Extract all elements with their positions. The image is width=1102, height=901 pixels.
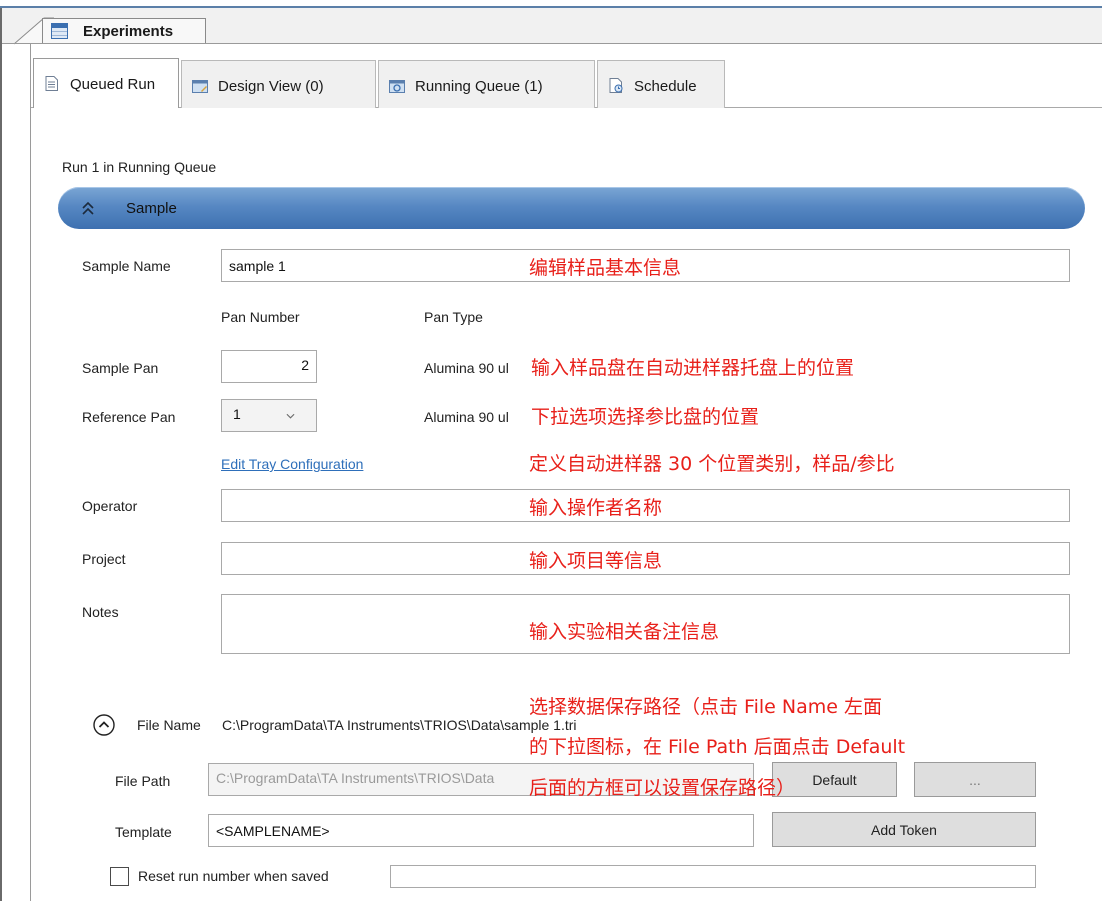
sample-section-title: Sample	[126, 200, 177, 217]
sample-section-header[interactable]: Sample	[58, 187, 1085, 229]
pan-type-header: Pan Type	[424, 309, 483, 325]
reference-pan-value: 1	[233, 406, 241, 422]
tab-label: Design View (0)	[218, 78, 324, 95]
design-view-icon	[192, 80, 208, 93]
sample-pan-number-input[interactable]: 2	[221, 350, 317, 383]
sample-pan-label: Sample Pan	[82, 360, 159, 376]
annotation-sample-pan: 输入样品盘在自动进样器托盘上的位置	[529, 353, 855, 380]
project-label: Project	[82, 551, 126, 567]
reset-run-number-field[interactable]	[390, 865, 1036, 888]
run-info-text: Run 1 in Running Queue	[62, 159, 217, 175]
edit-tray-configuration-link[interactable]: Edit Tray Configuration	[221, 456, 363, 472]
reset-run-number-label: Reset run number when saved	[138, 868, 329, 884]
pan-number-header: Pan Number	[221, 309, 300, 325]
annotation-sample-name: 编辑样品基本信息	[529, 257, 682, 279]
reset-run-number-checkbox[interactable]	[110, 867, 129, 886]
tab-design-view[interactable]: Design View (0)	[181, 60, 376, 108]
reference-pan-select[interactable]: 1	[221, 399, 317, 432]
browse-button[interactable]: ...	[914, 762, 1036, 797]
template-label: Template	[115, 824, 172, 840]
experiments-tab-label: Experiments	[83, 23, 174, 40]
window-left-border	[0, 8, 2, 901]
tab-label: Queued Run	[70, 76, 156, 93]
annotation-file-line-3: 后面的方框可以设置保存路径）	[529, 777, 796, 799]
reference-pan-label: Reference Pan	[82, 409, 176, 425]
annotation-notes: 输入实验相关备注信息	[529, 621, 720, 643]
operator-label: Operator	[82, 498, 138, 514]
sample-name-label: Sample Name	[82, 258, 171, 274]
add-token-button[interactable]: Add Token	[772, 812, 1036, 847]
template-input[interactable]	[208, 814, 754, 847]
running-queue-icon	[389, 80, 405, 93]
chevron-down-icon	[286, 413, 295, 419]
collapse-circle-chevron-icon[interactable]	[93, 714, 115, 736]
annotation-file-line-2: 的下拉图标，在 File Path 后面点击 Default	[529, 736, 906, 758]
annotation-reference-pan: 下拉选项选择参比盘的位置	[529, 402, 760, 429]
schedule-icon	[609, 78, 623, 93]
annotation-project: 输入项目等信息	[529, 550, 663, 572]
annotation-file-line-1: 选择数据保存路径（点击 File Name 左面	[529, 696, 882, 718]
file-name-label: File Name	[137, 717, 201, 733]
tab-label: Schedule	[634, 78, 697, 95]
file-name-path: C:\ProgramData\TA Instruments\TRIOS\Data…	[222, 717, 577, 733]
file-path-label: File Path	[115, 773, 171, 789]
annotation-tray: 定义自动进样器 30 个位置类别，样品/参比	[529, 453, 895, 475]
document-icon	[45, 76, 58, 91]
experiments-document-tab[interactable]: Experiments	[42, 18, 206, 44]
tab-queued-run[interactable]: Queued Run	[33, 58, 179, 108]
tab-label: Running Queue (1)	[415, 78, 543, 95]
tab-running-queue[interactable]: Running Queue (1)	[378, 60, 595, 108]
sample-pan-type: Alumina 90 ul	[424, 360, 509, 376]
tab-schedule[interactable]: Schedule	[597, 60, 725, 108]
annotation-operator: 输入操作者名称	[529, 497, 663, 519]
experiments-grid-icon	[51, 23, 68, 39]
reference-pan-type: Alumina 90 ul	[424, 409, 509, 425]
notes-label: Notes	[82, 604, 119, 620]
double-chevron-up-icon	[82, 201, 94, 215]
